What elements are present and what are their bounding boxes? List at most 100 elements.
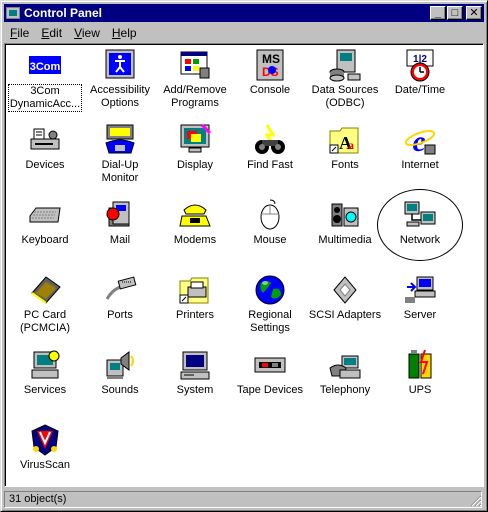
item-label: Accessibility Options bbox=[89, 84, 151, 110]
item-label: System bbox=[176, 384, 215, 397]
item-label-line1: PC Card bbox=[23, 309, 67, 321]
icon-view[interactable]: 3Com 3Com DynamicAcc... Accessibility Option… bbox=[4, 43, 484, 487]
control-item-network[interactable]: Network bbox=[382, 198, 458, 247]
item-label-line1: Regional bbox=[248, 309, 292, 321]
telephony-icon bbox=[328, 348, 362, 382]
control-item-add-remove-programs[interactable]: Add/Remove Programs bbox=[157, 48, 233, 110]
mail-icon bbox=[103, 198, 137, 232]
control-item-console[interactable]: MSDS Console bbox=[232, 48, 308, 97]
item-label: PC Card (PCMCIA) bbox=[19, 309, 71, 335]
item-label: Fonts bbox=[330, 159, 360, 172]
item-label-line1: Devices bbox=[25, 159, 65, 171]
3com-logo-icon: 3Com bbox=[28, 48, 62, 82]
item-label: Services bbox=[23, 384, 67, 397]
item-label-line1: Data Sources bbox=[311, 84, 379, 96]
serial-cable-icon bbox=[103, 273, 137, 307]
minimize-button[interactable]: _ bbox=[430, 6, 446, 20]
item-label-line1: Dial-Up bbox=[101, 159, 139, 171]
control-item-internet[interactable]: e Internet bbox=[382, 123, 458, 172]
menu-help[interactable]: Help bbox=[106, 26, 143, 40]
menu-edit[interactable]: Edit bbox=[35, 26, 68, 40]
keyboard-icon bbox=[28, 198, 62, 232]
item-label: Server bbox=[403, 309, 437, 322]
control-item-multimedia[interactable]: Multimedia bbox=[307, 198, 383, 247]
control-item-mail[interactable]: Mail bbox=[82, 198, 158, 247]
item-label-line1: Printers bbox=[176, 309, 214, 321]
calendar-clock-icon: 1|2 bbox=[403, 48, 437, 82]
control-item-3com[interactable]: 3Com 3Com DynamicAcc... bbox=[7, 48, 83, 112]
control-item-regional-settings[interactable]: Regional Settings bbox=[232, 273, 308, 335]
add-remove-programs-icon bbox=[178, 48, 212, 82]
fonts-folder-icon: Aa bbox=[328, 123, 362, 157]
control-item-system[interactable]: System bbox=[157, 348, 233, 397]
menu-file[interactable]: File bbox=[4, 26, 35, 40]
item-label: Printers bbox=[175, 309, 215, 322]
msdos-console-icon: MSDS bbox=[253, 48, 287, 82]
control-panel-icon[interactable] bbox=[6, 7, 20, 19]
control-item-pc-card[interactable]: PC Card (PCMCIA) bbox=[7, 273, 83, 335]
item-label-line1: 3Com bbox=[30, 85, 60, 97]
control-item-modems[interactable]: Modems bbox=[157, 198, 233, 247]
item-label: Devices bbox=[24, 159, 65, 172]
control-item-accessibility-options[interactable]: Accessibility Options bbox=[82, 48, 158, 110]
menu-view[interactable]: View bbox=[68, 26, 106, 40]
item-label: VirusScan bbox=[19, 459, 71, 472]
item-label-line1: SCSI Adapters bbox=[308, 309, 382, 321]
control-item-services[interactable]: Services bbox=[7, 348, 83, 397]
internet-explorer-icon: e bbox=[403, 123, 437, 158]
title-bar[interactable]: Control Panel _ □ ✕ bbox=[4, 4, 484, 22]
item-label-line1: Sounds bbox=[101, 384, 139, 396]
control-item-server[interactable]: Server bbox=[382, 273, 458, 322]
item-label-line1: Modems bbox=[173, 234, 217, 246]
item-label-line1: Keyboard bbox=[21, 234, 69, 246]
window-title: Control Panel bbox=[24, 6, 103, 20]
control-item-devices[interactable]: Devices bbox=[7, 123, 83, 172]
item-label-line1: Mouse bbox=[253, 234, 287, 246]
globe-icon bbox=[253, 273, 287, 307]
modem-phone-icon bbox=[178, 198, 212, 232]
control-item-display[interactable]: Display bbox=[157, 123, 233, 172]
item-label-line1: Console bbox=[249, 84, 291, 96]
item-label-line1: Ports bbox=[107, 309, 133, 321]
control-item-tape-devices[interactable]: Tape Devices bbox=[232, 348, 308, 397]
item-label-line2: Settings bbox=[250, 322, 290, 334]
resize-grip-icon[interactable] bbox=[470, 495, 482, 507]
control-item-ports[interactable]: Ports bbox=[82, 273, 158, 322]
control-item-sounds[interactable]: Sounds bbox=[82, 348, 158, 397]
display-monitor-icon bbox=[178, 123, 212, 157]
pc-card-icon bbox=[28, 273, 62, 307]
item-label: Data Sources (ODBC) bbox=[311, 84, 380, 110]
control-item-virusscan[interactable]: VirusScan bbox=[7, 423, 83, 472]
control-item-fonts[interactable]: Aa Fonts bbox=[307, 123, 383, 172]
control-item-telephony[interactable]: Telephony bbox=[307, 348, 383, 397]
control-item-ups[interactable]: UPS bbox=[382, 348, 458, 397]
item-label-line1: Tape Devices bbox=[236, 384, 304, 396]
item-label-line1: Services bbox=[23, 384, 67, 396]
multimedia-icon bbox=[328, 198, 362, 232]
item-label: Multimedia bbox=[317, 234, 372, 247]
close-button[interactable]: ✕ bbox=[466, 6, 482, 20]
item-label: Network bbox=[399, 234, 441, 247]
svg-text:a: a bbox=[348, 138, 354, 152]
control-item-printers[interactable]: Printers bbox=[157, 273, 233, 322]
control-item-dial-up-monitor[interactable]: Dial-Up Monitor bbox=[82, 123, 158, 185]
control-item-find-fast[interactable]: Find Fast bbox=[232, 123, 308, 172]
control-item-keyboard[interactable]: Keyboard bbox=[7, 198, 83, 247]
binoculars-icon bbox=[253, 123, 287, 157]
control-item-date-time[interactable]: 1|2 Date/Time bbox=[382, 48, 458, 97]
services-computer-icon bbox=[28, 348, 62, 382]
item-label: Ports bbox=[106, 309, 134, 322]
control-item-data-sources[interactable]: Data Sources (ODBC) bbox=[307, 48, 383, 110]
virusscan-shield-icon bbox=[28, 423, 62, 457]
item-label-line1: Server bbox=[403, 309, 437, 321]
item-label: Modems bbox=[173, 234, 217, 247]
status-object-count: 31 object(s) bbox=[4, 491, 482, 508]
maximize-button[interactable]: □ bbox=[447, 6, 463, 20]
odbc-database-icon bbox=[328, 48, 362, 82]
control-item-mouse[interactable]: Mouse bbox=[232, 198, 308, 247]
item-label-line1: Find Fast bbox=[247, 159, 293, 171]
item-label-line1: Date/Time bbox=[394, 84, 446, 96]
control-item-scsi-adapters[interactable]: SCSI Adapters bbox=[307, 273, 383, 322]
item-label-line1: Multimedia bbox=[318, 234, 372, 246]
item-label: Find Fast bbox=[246, 159, 294, 172]
